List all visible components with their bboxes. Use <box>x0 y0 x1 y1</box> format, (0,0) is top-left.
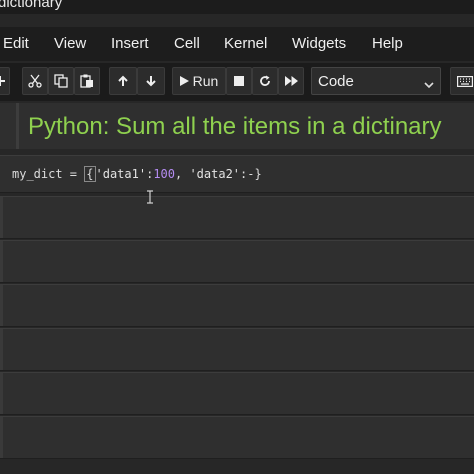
menu-cell[interactable]: Cell <box>174 35 200 52</box>
stop-icon <box>234 76 244 86</box>
run-button[interactable]: Run <box>172 67 226 95</box>
code-open-brace: { <box>84 166 96 182</box>
move-up-button[interactable] <box>109 67 137 95</box>
restart-icon <box>259 75 271 87</box>
code-rest: -} <box>247 167 262 181</box>
cell-prompt-bar <box>0 417 3 458</box>
paste-icon <box>80 74 94 88</box>
markdown-cell[interactable]: Python: Sum all the items in a dictinary <box>0 103 474 149</box>
run-icon <box>179 76 189 86</box>
menu-insert[interactable]: Insert <box>111 35 149 52</box>
code-cell[interactable] <box>0 416 474 459</box>
interrupt-button[interactable] <box>226 67 252 95</box>
code-cell[interactable] <box>0 372 474 415</box>
cell-prompt-bar <box>16 103 19 149</box>
copy-button[interactable] <box>48 67 74 95</box>
cell-type-value: Code <box>318 73 354 90</box>
menu-kernel[interactable]: Kernel <box>224 35 267 52</box>
fast-forward-icon <box>284 76 298 86</box>
keyboard-icon <box>457 75 473 87</box>
menu-widgets[interactable]: Widgets <box>292 35 346 52</box>
command-palette-button[interactable] <box>450 67 474 95</box>
cell-prompt-bar <box>0 241 3 282</box>
cell-prompt-bar <box>0 373 3 414</box>
restart-button[interactable] <box>252 67 278 95</box>
code-variable: my_dict <box>12 167 63 181</box>
restart-run-all-button[interactable] <box>278 67 304 95</box>
text-cursor-icon <box>146 190 154 204</box>
plus-icon <box>0 76 5 86</box>
code-cell-active[interactable]: my_dict = {'data1':100, 'data2':-} <box>0 155 474 193</box>
cell-prompt-bar <box>0 285 3 326</box>
code-number-1: 100 <box>153 167 175 181</box>
code-operator: = <box>62 167 85 181</box>
run-label: Run <box>192 73 219 89</box>
cell-type-select[interactable]: Code <box>311 67 441 95</box>
menubar: Edit View Insert Cell Kernel Widgets Hel… <box>0 27 474 61</box>
code-cell[interactable] <box>0 196 474 239</box>
window-title-strip: dictionary <box>0 0 474 14</box>
toolbar: Run Code <box>0 63 474 101</box>
cut-icon <box>28 74 42 88</box>
code-cell[interactable] <box>0 284 474 327</box>
arrow-up-icon <box>117 75 129 87</box>
menu-edit[interactable]: Edit <box>3 35 29 52</box>
move-down-button[interactable] <box>137 67 165 95</box>
notebook-title[interactable]: dictionary <box>0 0 62 11</box>
notebook-heading: Python: Sum all the items in a dictinary <box>28 113 442 140</box>
menu-help[interactable]: Help <box>372 35 403 52</box>
code-key-2: 'data2' <box>189 167 241 181</box>
insert-cell-button[interactable] <box>0 67 10 95</box>
paste-button[interactable] <box>74 67 100 95</box>
arrow-down-icon <box>145 75 157 87</box>
code-key-1: 'data1' <box>95 167 147 181</box>
code-cell[interactable] <box>0 240 474 283</box>
chevron-down-icon <box>424 76 434 94</box>
cut-button[interactable] <box>22 67 48 95</box>
copy-icon <box>54 74 68 88</box>
code-cell[interactable] <box>0 328 474 371</box>
cell-prompt-bar <box>0 329 3 370</box>
menu-view[interactable]: View <box>54 35 86 52</box>
code-line[interactable]: my_dict = {'data1':100, 'data2':-} <box>12 166 262 182</box>
cell-prompt-bar <box>0 197 3 238</box>
code-separator: , <box>175 167 190 181</box>
